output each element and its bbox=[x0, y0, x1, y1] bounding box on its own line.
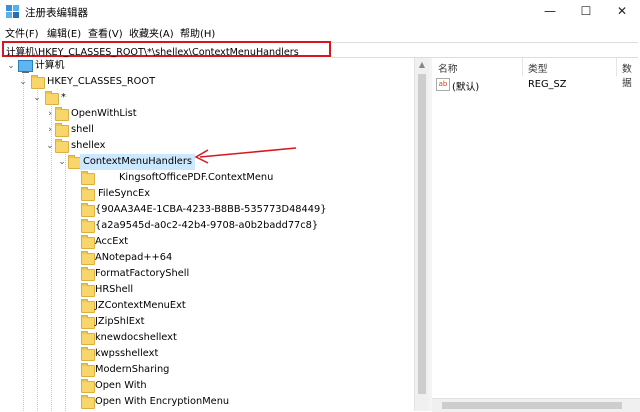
annotation-arrow bbox=[194, 147, 297, 164]
arrow-line bbox=[199, 147, 297, 158]
